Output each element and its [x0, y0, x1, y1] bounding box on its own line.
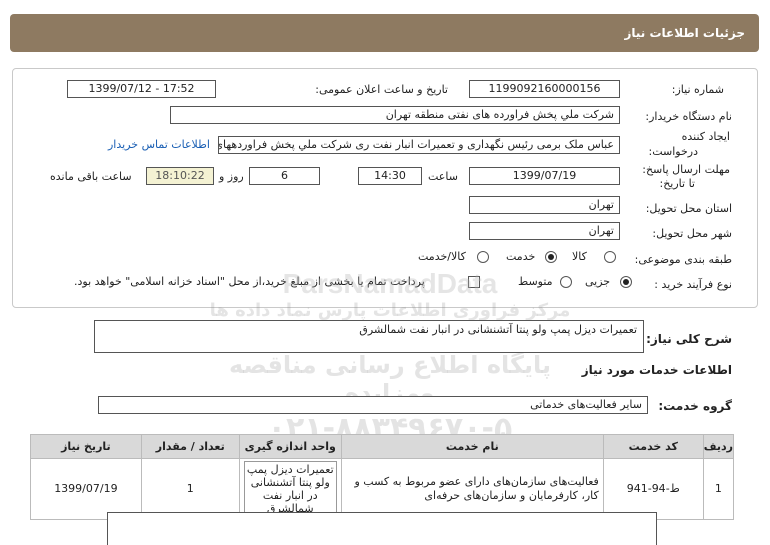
cell-code: ط-94-941: [602, 458, 704, 520]
services-table: ردیف کد خدمت نام خدمت واحد اندازه گیری ت…: [30, 434, 735, 520]
process-option-minor: جزیی: [585, 275, 611, 288]
description-field: تعمیرات دیزل پمپ ولو پنتا آتشنشانی در ان…: [94, 320, 644, 353]
category-radio-service[interactable]: [545, 251, 557, 263]
category-option-goods-service: کالا/خدمت: [418, 250, 466, 263]
deadline-time-field: 14:30: [358, 167, 422, 185]
remaining-label: ساعت باقی مانده: [50, 170, 132, 183]
city-field: تهران: [469, 222, 620, 240]
category-radio-goods-service[interactable]: [477, 251, 489, 263]
announce-label: تاریخ و ساعت اعلان عمومی:: [315, 83, 448, 96]
col-header-unit: واحد اندازه گیری: [238, 434, 342, 459]
table-row: 1 ط-94-941 فعالیت‌های سازمان‌های دارای ع…: [30, 458, 735, 520]
deadline-date-field: 1399/07/19: [469, 167, 620, 185]
service-group-field: سایر فعالیت‌های خدماتی: [98, 396, 648, 414]
process-radio-medium[interactable]: [560, 276, 572, 288]
col-header-quantity: تعداد / مقدار: [140, 434, 240, 459]
buyer-label: نام دستگاه خریدار:: [645, 110, 732, 123]
col-header-name: نام خدمت: [340, 434, 604, 459]
cell-name: فعالیت‌های سازمان‌های دارای عضو مربوط به…: [340, 458, 604, 520]
need-number-field: 1199092160000156: [469, 80, 620, 98]
time-label: ساعت: [428, 170, 458, 183]
category-option-service: خدمت: [506, 250, 536, 263]
province-label: استان محل تحویل:: [645, 202, 732, 215]
announce-field: 1399/07/12 - 17:52: [67, 80, 216, 98]
page-header: جزئیات اطلاعات نیاز: [10, 14, 759, 52]
cell-unit-wrap: تعمیرات دیزل پمپ ولو پنتا آتشنشانی در ان…: [238, 458, 342, 520]
cell-date: 1399/07/19: [30, 458, 142, 520]
deadline-label-1: مهلت ارسال پاسخ:: [642, 163, 730, 176]
col-header-index: ردیف: [702, 434, 735, 459]
deadline-label-2: تا تاریخ:: [659, 177, 695, 190]
details-panel: [12, 68, 758, 308]
creator-field: عباس ملک برمی رئیس نگهداری و تعمیرات انب…: [218, 136, 620, 154]
remaining-time-field: 18:10:22: [146, 167, 214, 185]
treasury-payment-note: پرداخت تمام یا بخشی از مبلغ خرید،از محل …: [74, 275, 425, 288]
process-option-medium: متوسط: [518, 275, 553, 288]
category-radio-goods[interactable]: [604, 251, 616, 263]
col-header-code: کد خدمت: [602, 434, 704, 459]
treasury-payment-checkbox[interactable]: [468, 276, 480, 288]
city-label: شهر محل تحویل:: [652, 227, 732, 240]
page-title: جزئیات اطلاعات نیاز: [624, 26, 745, 40]
notes-box: [107, 512, 657, 545]
services-section-title: اطلاعات خدمات مورد نیاز: [581, 363, 732, 377]
creator-label-2: درخواست:: [648, 145, 698, 158]
cell-unit: تعمیرات دیزل پمپ ولو پنتا آتشنشانی در ان…: [243, 461, 337, 517]
creator-label-1: ایجاد کننده: [681, 130, 730, 143]
table-header-row: ردیف کد خدمت نام خدمت واحد اندازه گیری ت…: [30, 434, 735, 459]
cell-index: 1: [702, 458, 735, 520]
category-label: طبقه بندی موضوعی:: [634, 253, 732, 266]
need-number-label: شماره نیاز:: [671, 83, 724, 96]
process-label: نوع فرآیند خرید :: [654, 278, 732, 291]
buyer-field: شرکت ملي پخش فراورده های نفتی منطقه تهرا…: [170, 106, 620, 124]
days-field: 6: [249, 167, 320, 185]
buyer-contact-link[interactable]: اطلاعات تماس خریدار: [108, 138, 210, 151]
col-header-date: تاریخ نیاز: [30, 434, 142, 459]
province-field: تهران: [469, 196, 620, 214]
cell-quantity: 1: [140, 458, 240, 520]
category-option-goods: کالا: [572, 250, 587, 263]
process-radio-minor[interactable]: [620, 276, 632, 288]
days-label: روز و: [219, 170, 244, 183]
description-label: شرح کلی نیاز:: [646, 332, 732, 346]
service-group-label: گروه خدمت:: [658, 399, 732, 413]
